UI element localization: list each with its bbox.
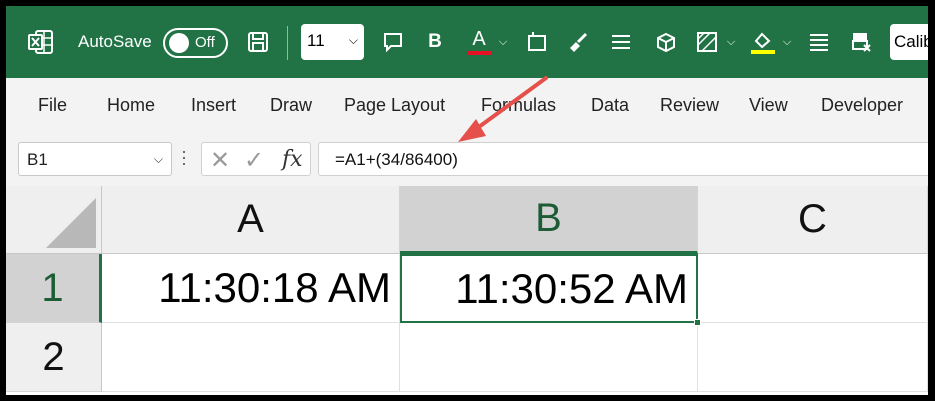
- excel-window: AutoSave Off 11 ⌵ B A ⌵ ⌵ ⌵ Cali File Ho…: [6, 6, 928, 395]
- annotation-arrow: [458, 76, 548, 142]
